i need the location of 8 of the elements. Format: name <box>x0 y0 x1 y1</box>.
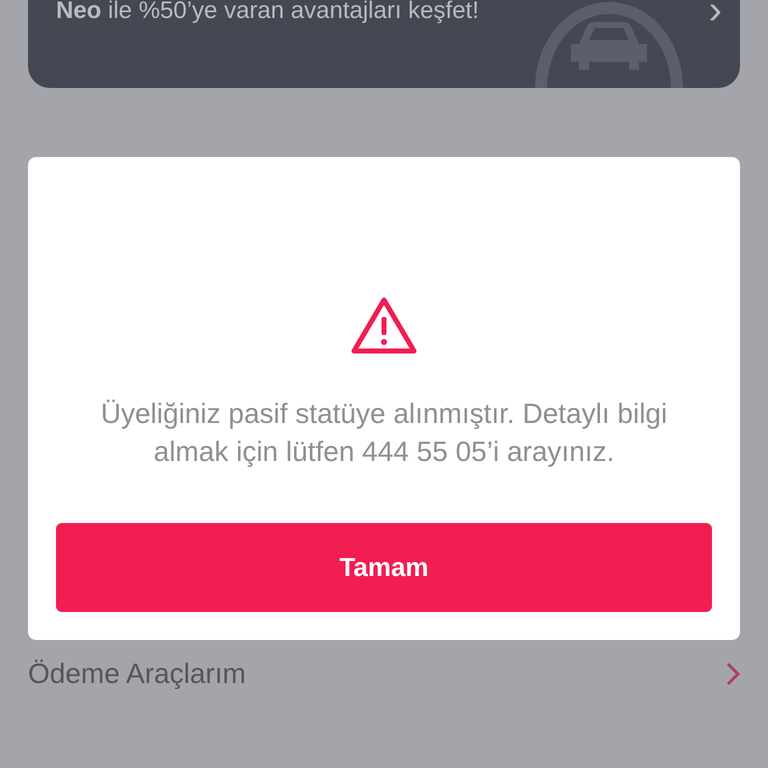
chevron-icon: › <box>708 0 722 28</box>
promo-text: Neo ile %50’ye varan avantajları keşfet! <box>56 0 479 26</box>
menu-row[interactable]: Ödeme Araçlarım <box>28 640 740 708</box>
menu-label: Ödeme Araçlarım <box>28 657 246 691</box>
ok-button[interactable]: Tamam <box>56 523 712 612</box>
alert-message: Üyeliğiniz pasif statüye alınmıştır. Detaylı bilgi almak için lütfen 444 55 05’i arayınız. <box>100 397 668 469</box>
chevron-icon <box>726 662 740 686</box>
promo-banner[interactable]: Neo ile %50’ye varan avantajları keşfet! › <box>28 0 740 88</box>
